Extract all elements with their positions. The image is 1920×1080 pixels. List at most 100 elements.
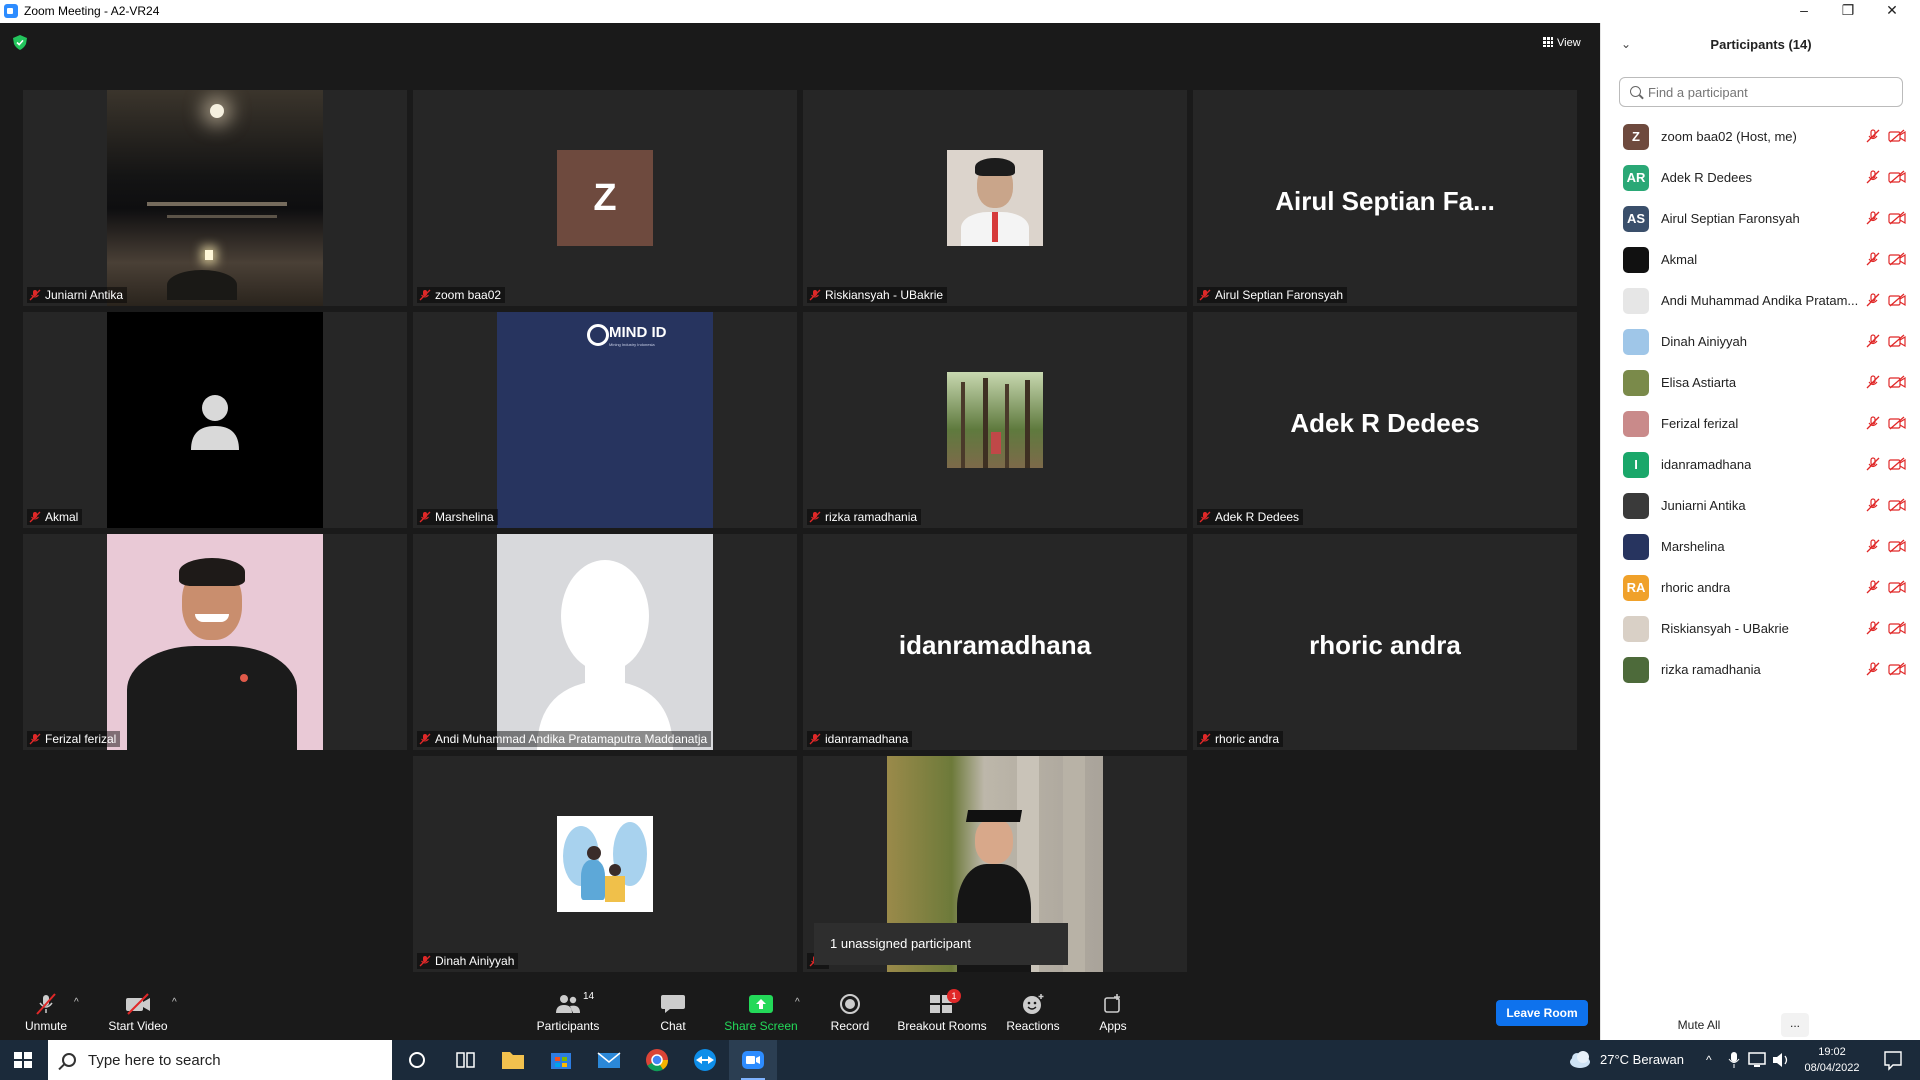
video-tile[interactable]: rizka ramadhania [803,312,1187,528]
participant-row[interactable]: Zzoom baa02 (Host, me) [1601,115,1920,156]
video-off-icon[interactable] [1888,416,1906,430]
security-shield-icon[interactable] [13,35,27,50]
muted-mic-icon[interactable] [1866,129,1880,143]
muted-mic-icon[interactable] [1866,334,1880,348]
participant-row[interactable]: AS Airul Septian Faronsyah [1601,197,1920,238]
share-options-caret-icon[interactable]: ^ [795,997,800,1008]
breakout-rooms-button[interactable]: 1 Breakout Rooms [896,975,988,1040]
participant-search[interactable] [1619,77,1903,107]
muted-mic-icon[interactable] [1866,170,1880,184]
chat-button[interactable]: Chat [648,975,698,1040]
more-options-button[interactable]: ... [1781,1013,1809,1037]
audio-options-caret-icon[interactable]: ^ [74,997,79,1008]
participant-row[interactable]: Andi Muhammad Andika Pratam... [1601,279,1920,320]
video-tile[interactable]: Ferizal ferizal [23,534,407,750]
video-off-icon[interactable] [1888,211,1906,225]
zoom-taskbar-icon[interactable] [729,1040,777,1080]
muted-mic-icon[interactable] [1866,375,1880,389]
video-tile[interactable]: Andi Muhammad Andika Pratamaputra Maddan… [413,534,797,750]
video-off-icon[interactable] [1888,293,1906,307]
video-tile[interactable]: Dinah Ainiyyah [413,756,797,972]
unmute-button[interactable]: Unmute [16,975,76,1040]
chat-bubble-icon [661,995,685,1013]
mail-icon[interactable] [585,1040,633,1080]
restore-button[interactable]: ❐ [1828,0,1868,22]
participant-row[interactable]: rizka ramadhania [1601,648,1920,689]
task-view-icon[interactable] [441,1040,489,1080]
video-tile[interactable]: rhoric andra rhoric andra [1193,534,1577,750]
video-tile[interactable]: Adek R Dedees Adek R Dedees [1193,312,1577,528]
taskbar-clock[interactable]: 19:02 08/04/2022 [1792,1044,1872,1076]
mute-all-button[interactable]: Mute All [1669,1013,1729,1037]
share-screen-button[interactable]: Share Screen [722,975,800,1040]
muted-mic-icon[interactable] [1866,580,1880,594]
muted-mic-icon[interactable] [1866,293,1880,307]
muted-mic-icon[interactable] [1866,211,1880,225]
video-tile[interactable]: Juniarni Antika [23,90,407,306]
participant-row[interactable]: Iidanramadhana [1601,443,1920,484]
leave-room-button[interactable]: Leave Room [1496,1000,1588,1026]
participant-name-label: Ferizal ferizal [27,731,121,747]
windows-start-icon[interactable] [14,1052,32,1068]
video-tile[interactable]: idanramadhana idanramadhana [803,534,1187,750]
participant-row[interactable]: Marshelina [1601,525,1920,566]
video-off-icon[interactable] [1888,170,1906,184]
participant-row[interactable]: RA rhoric andra [1601,566,1920,607]
muted-mic-icon[interactable] [1866,457,1880,471]
volume-icon[interactable] [1770,1040,1792,1080]
start-video-button[interactable]: Start Video [100,975,176,1040]
video-tile[interactable]: Airul Septian Fa... Airul Septian Farons… [1193,90,1577,306]
participant-photo [947,372,1043,468]
video-off-icon[interactable] [1888,334,1906,348]
video-off-icon[interactable] [1888,539,1906,553]
file-explorer-icon[interactable] [489,1040,537,1080]
participant-name-label: zoom baa02 [417,287,506,303]
video-off-icon[interactable] [1888,129,1906,143]
participant-row[interactable]: Riskiansyah - UBakrie [1601,607,1920,648]
participants-button[interactable]: 14 Participants [530,975,606,1040]
reactions-button[interactable]: Reactions [1004,975,1062,1040]
notifications-icon[interactable] [1876,1040,1910,1080]
video-tile[interactable]: Z zoom baa02 [413,90,797,306]
video-off-icon[interactable] [1888,621,1906,635]
teamviewer-icon[interactable] [681,1040,729,1080]
video-tile[interactable]: Riskiansyah - UBakrie [803,90,1187,306]
minimize-button[interactable]: – [1784,0,1824,22]
participant-row[interactable]: AR Adek R Dedees [1601,156,1920,197]
muted-mic-icon[interactable] [1866,539,1880,553]
cortana-icon[interactable] [393,1040,441,1080]
video-off-icon[interactable] [1888,498,1906,512]
video-tile[interactable]: Akmal [23,312,407,528]
video-off-icon[interactable] [1888,662,1906,676]
video-off-icon[interactable] [1888,252,1906,266]
video-tile[interactable]: MIND ID Mining Industry Indonesia Marshe… [413,312,797,528]
muted-mic-icon[interactable] [1866,498,1880,512]
muted-mic-icon[interactable] [1866,662,1880,676]
participant-search-input[interactable] [1646,84,1890,101]
apps-button[interactable]: Apps [1090,975,1136,1040]
video-off-icon[interactable] [1888,580,1906,594]
participant-row[interactable]: Juniarni Antika [1601,484,1920,525]
chrome-icon[interactable] [633,1040,681,1080]
participant-row[interactable]: Dinah Ainiyyah [1601,320,1920,361]
muted-mic-icon [419,511,431,523]
taskbar-search[interactable]: Type here to search [48,1040,392,1080]
unassigned-participant-tooltip[interactable]: 1 unassigned participant [814,923,1068,965]
video-off-icon[interactable] [1888,375,1906,389]
muted-mic-icon[interactable] [1866,252,1880,266]
microphone-tray-icon[interactable] [1724,1040,1744,1080]
participant-row[interactable]: Elisa Astiarta [1601,361,1920,402]
muted-mic-icon[interactable] [1866,621,1880,635]
close-button[interactable]: ✕ [1872,0,1912,22]
record-button[interactable]: Record [822,975,878,1040]
video-off-icon[interactable] [1888,457,1906,471]
weather-text[interactable]: 27°C Berawan [1600,1040,1684,1080]
network-icon[interactable] [1746,1040,1768,1080]
microsoft-store-icon[interactable] [537,1040,585,1080]
view-button[interactable]: View [1535,32,1589,54]
participant-row[interactable]: Ferizal ferizal [1601,402,1920,443]
video-options-caret-icon[interactable]: ^ [172,997,177,1008]
show-hidden-icons-icon[interactable]: ^ [1706,1040,1712,1080]
participant-row[interactable]: Akmal [1601,238,1920,279]
muted-mic-icon[interactable] [1866,416,1880,430]
